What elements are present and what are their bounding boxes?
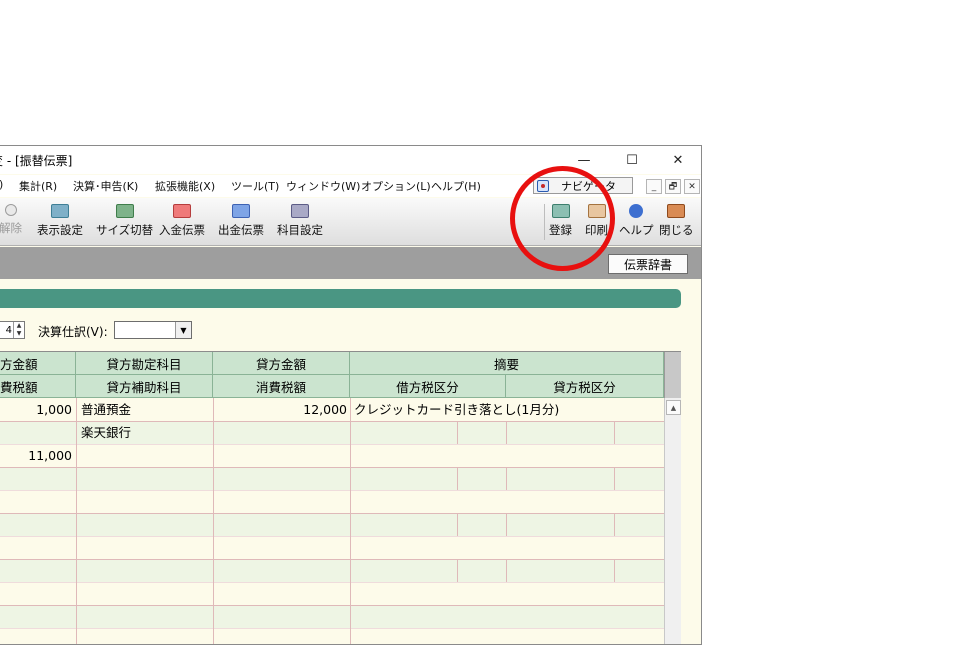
grid-header-corner <box>664 352 681 398</box>
row1-credit-account[interactable]: 普通預金 <box>81 398 131 421</box>
row-band <box>0 559 664 582</box>
receipt-slip-button[interactable]: 入金伝票 <box>159 204 205 238</box>
row-divider <box>0 582 664 583</box>
annotation-circle <box>510 166 615 271</box>
help-icon <box>629 204 644 218</box>
menu-item-window[interactable]: ウィンドウ(W) <box>286 178 360 194</box>
size-toggle-icon <box>115 204 134 218</box>
row1-credit-amount[interactable]: 12,000 <box>214 398 347 421</box>
column-divider <box>614 559 615 582</box>
maximize-button[interactable]: ☐ <box>609 146 655 174</box>
header-debit-tax-class: 借方税区分 <box>350 375 506 398</box>
row2-debit-amount[interactable]: 11,000 <box>0 444 72 467</box>
column-divider <box>457 559 458 582</box>
help-button[interactable]: ヘルプ <box>619 204 654 238</box>
title-bar: 変 - [振替伝票] — ☐ ✕ <box>0 146 701 174</box>
display-settings-button[interactable]: 表示設定 <box>37 204 83 238</box>
column-divider <box>506 467 507 490</box>
menu-item-help[interactable]: ヘルプ(H) <box>431 178 481 194</box>
display-settings-icon <box>51 204 69 218</box>
header-consumption-tax: 消費税額 <box>213 375 350 398</box>
slip-dictionary-button[interactable]: 伝票辞書 <box>608 254 688 274</box>
search-icon <box>4 204 17 216</box>
chevron-down-icon[interactable]: ▼ <box>175 322 191 338</box>
header-credit-amount: 貸方金額 <box>213 352 350 375</box>
mdi-minimize-button[interactable]: _ <box>646 179 662 194</box>
menu-item-extensions[interactable]: 拡張機能(X) <box>155 178 215 194</box>
header-debit-tax: 費税額 <box>0 375 76 398</box>
row-divider <box>0 628 664 629</box>
row-divider <box>0 605 664 606</box>
receipt-slip-icon <box>173 204 191 218</box>
header-credit-account: 貸方勘定科目 <box>76 352 213 375</box>
row1-credit-subaccount[interactable]: 楽天銀行 <box>81 421 131 444</box>
period-spinner[interactable]: 4 ▲ ▼ <box>0 321 25 339</box>
column-divider <box>457 467 458 490</box>
column-divider <box>614 513 615 536</box>
vertical-scrollbar[interactable]: ▲ <box>664 398 681 644</box>
period-spinner-value: 4 <box>5 324 12 336</box>
close-form-button[interactable]: 閉じる <box>659 204 694 238</box>
account-settings-icon <box>291 204 309 218</box>
column-divider <box>614 467 615 490</box>
menu-item-partial[interactable]: ) <box>0 178 3 191</box>
window-title: 変 - [振替伝票] <box>0 154 73 168</box>
payment-slip-icon <box>232 204 250 218</box>
header-description: 摘要 <box>350 352 664 375</box>
row-divider <box>0 444 664 445</box>
column-divider <box>506 559 507 582</box>
column-divider <box>457 421 458 444</box>
row-divider <box>0 490 664 491</box>
payment-slip-button[interactable]: 出金伝票 <box>218 204 264 238</box>
row-band <box>0 605 664 628</box>
column-divider <box>506 421 507 444</box>
column-divider <box>457 513 458 536</box>
header-debit-amount: 方金額 <box>0 352 76 375</box>
column-divider <box>350 398 351 644</box>
section-band <box>0 289 681 308</box>
row1-debit-amount[interactable]: 1,000 <box>0 398 72 421</box>
journal-grid: 方金額 貸方勘定科目 貸方金額 摘要 費税額 貸方補助科目 消費税額 借方税区分… <box>0 351 681 644</box>
column-divider <box>614 421 615 444</box>
mdi-restore-button[interactable]: 🗗 <box>665 179 681 194</box>
menu-item-options[interactable]: オプション(L) <box>361 178 431 194</box>
row-divider <box>0 513 664 514</box>
close-door-icon <box>667 204 686 218</box>
menu-item-tools[interactable]: ツール(T) <box>231 178 279 194</box>
closing-entry-label: 決算仕訳(V): <box>38 325 108 339</box>
closing-entry-select[interactable]: ▼ <box>114 321 192 339</box>
mdi-close-button[interactable]: ✕ <box>684 179 700 194</box>
menu-item-summary[interactable]: 集計(R) <box>19 178 57 194</box>
row-band <box>0 513 664 536</box>
account-settings-button[interactable]: 科目設定 <box>277 204 323 238</box>
column-divider <box>213 398 214 644</box>
row-band <box>0 467 664 490</box>
row-divider <box>0 467 664 468</box>
options-row: 4 ▲ ▼ 決算仕訳(V): ▼ <box>0 319 701 339</box>
column-divider <box>506 513 507 536</box>
clear-button[interactable]: 解除 <box>0 204 22 236</box>
header-credit-tax-class: 貸方税区分 <box>506 375 664 398</box>
spinner-arrows[interactable]: ▲ ▼ <box>13 322 24 338</box>
column-divider <box>76 398 77 644</box>
row-divider <box>0 559 664 560</box>
size-toggle-button[interactable]: サイズ切替 <box>96 204 153 238</box>
scroll-up-icon[interactable]: ▲ <box>666 400 681 415</box>
row-divider <box>0 536 664 537</box>
row1-description[interactable]: クレジットカード引き落とし(1月分) <box>354 398 559 421</box>
header-credit-subaccount: 貸方補助科目 <box>76 375 213 398</box>
menu-item-closing[interactable]: 決算･申告(K) <box>73 178 138 194</box>
close-button[interactable]: ✕ <box>655 146 701 174</box>
